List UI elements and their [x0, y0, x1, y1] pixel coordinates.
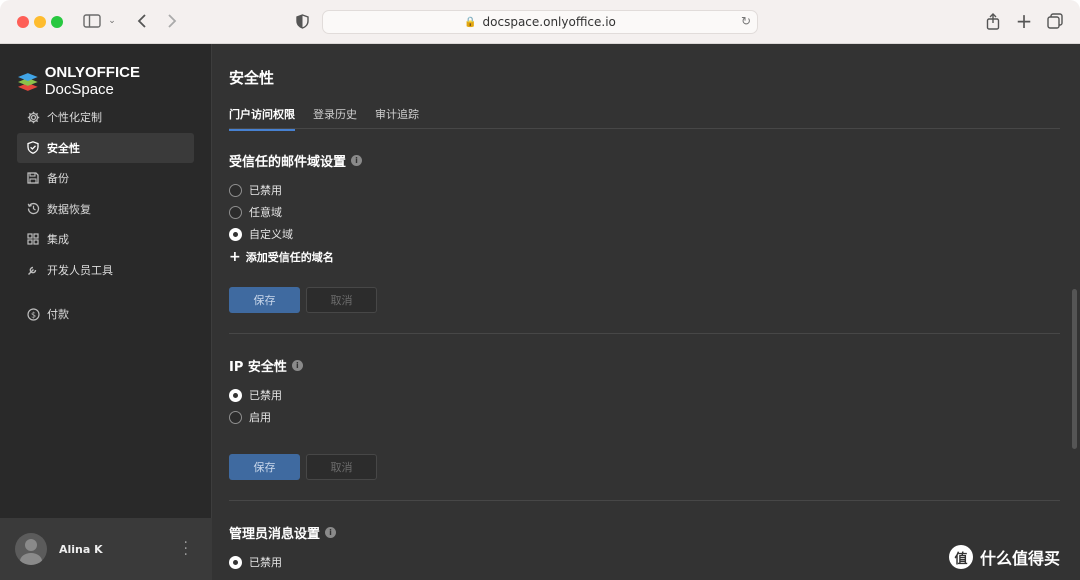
- radio-button[interactable]: [229, 555, 242, 569]
- user-name: Alina K: [59, 542, 103, 556]
- watermark-logo: 值: [949, 545, 973, 569]
- plus-icon: +: [229, 249, 241, 265]
- main-content: 安全性 门户访问权限 登录历史 审计追踪 受信任的邮件域设置 i 已禁用 任意域…: [213, 44, 1080, 580]
- address-bar[interactable]: 🔒 docspace.onlyoffice.io ↻: [322, 10, 758, 34]
- dollar-icon: $: [26, 307, 40, 321]
- info-icon[interactable]: i: [325, 527, 337, 538]
- page-title: 安全性: [229, 69, 275, 87]
- info-icon[interactable]: i: [291, 360, 303, 371]
- cancel-button[interactable]: 取消: [306, 454, 377, 480]
- add-trusted-domain-link[interactable]: + 添加受信任的域名: [229, 249, 334, 265]
- minimize-window-button[interactable]: [34, 16, 46, 28]
- section-divider: [229, 333, 1060, 334]
- sidebar-item-label: 付款: [47, 308, 69, 321]
- reload-icon[interactable]: ↻: [741, 14, 751, 28]
- avatar[interactable]: [15, 533, 47, 565]
- floppy-icon: [26, 171, 40, 185]
- radio-trusted-custom-domain[interactable]: 自定义域: [229, 226, 293, 242]
- radio-admin-message-disabled[interactable]: 已禁用: [229, 554, 282, 570]
- radio-button[interactable]: [229, 410, 242, 424]
- sidebar-item-backup[interactable]: 备份: [17, 163, 194, 193]
- lock-icon: 🔒: [464, 16, 477, 28]
- radio-ip-disabled[interactable]: 已禁用: [229, 387, 282, 403]
- watermark-text: 什么值得买: [980, 549, 1061, 568]
- docspace-app: ONLYOFFICE DocSpace 个性化定制 安全性 备份 数据恢复 集成…: [0, 44, 1080, 580]
- onlyoffice-logo[interactable]: ONLYOFFICE DocSpace: [17, 64, 211, 98]
- sidebar-item-integration[interactable]: 集成: [17, 224, 194, 254]
- trusted-domain-section-title: 受信任的邮件域设置 i: [229, 151, 363, 170]
- sidebar-item-developer-tools[interactable]: 开发人员工具: [17, 255, 194, 285]
- radio-trusted-disabled[interactable]: 已禁用: [229, 182, 282, 198]
- sidebar-item-security[interactable]: 安全性: [17, 132, 194, 163]
- sidebar-item-label: 开发人员工具: [47, 263, 113, 277]
- radio-button[interactable]: [229, 227, 242, 241]
- forward-icon[interactable]: [162, 11, 182, 31]
- new-tab-icon[interactable]: +: [1015, 9, 1033, 33]
- ip-security-section-title: IP 安全性 i: [229, 356, 303, 375]
- onlyoffice-logo-icon: [17, 73, 38, 91]
- logo-text: ONLYOFFICE DocSpace: [44, 64, 140, 98]
- radio-ip-enabled[interactable]: 启用: [229, 409, 271, 425]
- sidebar-item-label: 安全性: [47, 141, 80, 155]
- share-icon[interactable]: [984, 11, 1002, 31]
- sidebar-toggle-icon[interactable]: [82, 11, 102, 31]
- save-button[interactable]: 保存: [229, 287, 300, 313]
- radio-button[interactable]: [229, 183, 242, 197]
- sidebar-item-restore[interactable]: 数据恢复: [17, 194, 194, 224]
- sidebar-nav: 个性化定制 安全性 备份 数据恢复 集成 开发人员工具 $ 付款: [17, 102, 194, 330]
- scrollbar[interactable]: [1072, 289, 1077, 449]
- wrench-icon: [26, 263, 40, 277]
- radio-trusted-any-domain[interactable]: 任意域: [229, 204, 282, 220]
- grid-icon: [26, 232, 40, 246]
- zoom-window-button[interactable]: [51, 16, 63, 28]
- section-divider: [229, 500, 1060, 501]
- cancel-button[interactable]: 取消: [306, 287, 377, 313]
- sidebar-item-label: 数据恢复: [47, 202, 91, 216]
- browser-toolbar: ⌄ 🔒 docspace.onlyoffice.io ↻ +: [0, 0, 1080, 44]
- chevron-down-icon[interactable]: ⌄: [106, 11, 118, 31]
- save-button[interactable]: 保存: [229, 454, 300, 480]
- radio-button[interactable]: [229, 205, 242, 219]
- sidebar-item-label: 个性化定制: [47, 111, 102, 124]
- watermark: 值 什么值得买: [949, 545, 1060, 569]
- info-icon[interactable]: i: [351, 155, 363, 166]
- url-text: docspace.onlyoffice.io: [482, 15, 616, 29]
- radio-button[interactable]: [229, 388, 242, 402]
- admin-message-section-title: 管理员消息设置 i: [229, 523, 337, 542]
- close-window-button[interactable]: [17, 16, 29, 28]
- tabs-divider: [229, 128, 1060, 129]
- user-profile[interactable]: Alina K · · ·: [0, 518, 212, 580]
- history-icon: [26, 202, 40, 216]
- back-icon[interactable]: [132, 11, 152, 31]
- privacy-shield-icon[interactable]: [294, 11, 310, 31]
- more-vertical-icon[interactable]: · · ·: [184, 536, 188, 562]
- svg-text:$: $: [30, 310, 35, 319]
- sidebar-item-label: 集成: [47, 233, 69, 246]
- gear-icon: [26, 110, 40, 124]
- sidebar: ONLYOFFICE DocSpace 个性化定制 安全性 备份 数据恢复 集成…: [0, 44, 212, 580]
- sidebar-item-customization[interactable]: 个性化定制: [17, 102, 194, 132]
- sidebar-item-label: 备份: [47, 172, 69, 185]
- tab-overview-icon[interactable]: [1046, 11, 1064, 31]
- sidebar-item-payments[interactable]: $ 付款: [17, 299, 194, 329]
- shield-icon: [26, 141, 40, 155]
